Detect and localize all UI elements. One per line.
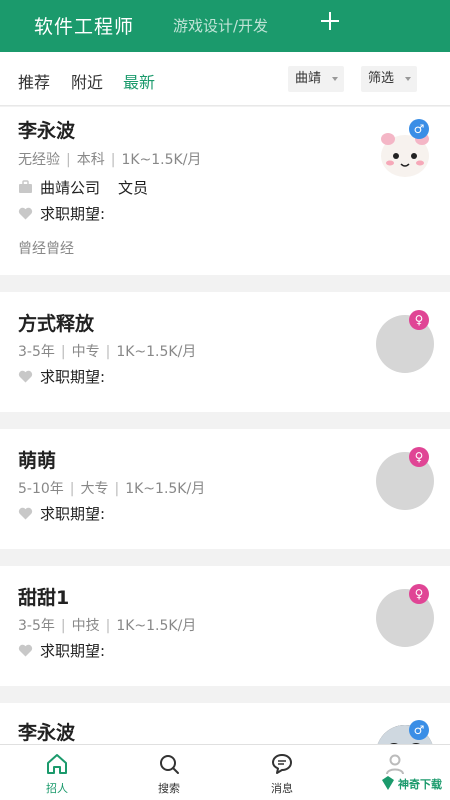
candidate-note: 曾经曾经	[18, 241, 74, 257]
heart-icon	[18, 206, 33, 224]
experience: 5-10年	[18, 481, 64, 497]
candidate-name: 萌萌	[18, 450, 57, 472]
heart-icon	[18, 369, 33, 387]
app-header: 软件工程师 游戏设计/开发	[0, 0, 450, 52]
female-icon: ♀	[409, 310, 429, 330]
filter-bar: 推荐 附近 最新 曲靖 筛选	[0, 52, 450, 106]
message-icon	[271, 753, 293, 775]
education: 中专	[71, 344, 100, 360]
chevron-down-icon	[405, 77, 411, 81]
city-dropdown-label: 曲靖	[295, 71, 322, 86]
city-dropdown[interactable]: 曲靖	[288, 66, 344, 92]
expectation-row: 求职期望:	[18, 366, 105, 387]
filter-dropdown[interactable]: 筛选	[361, 66, 417, 92]
candidate-meta: 无经验 | 本科 | 1K~1.5K/月	[18, 152, 202, 168]
search-icon	[158, 753, 180, 775]
female-icon: ♀	[409, 584, 429, 604]
candidate-card[interactable]: 甜甜1 3-5年 | 中技 | 1K~1.5K/月 求职期望: ♀	[0, 566, 450, 686]
tab-recommend[interactable]: 推荐	[18, 69, 50, 93]
tab-latest[interactable]: 最新	[123, 69, 155, 93]
expectation-label: 求职期望:	[40, 205, 106, 223]
experience: 无经验	[18, 152, 60, 168]
heart-icon	[18, 643, 33, 661]
candidate-list: 李永波 无经验 | 本科 | 1K~1.5K/月 曲靖公司 文员 求职期望: 曾经曾经 ♂	[0, 107, 450, 744]
heart-icon	[18, 506, 33, 524]
expectation-label: 求职期望:	[40, 505, 106, 523]
job-title[interactable]: 软件工程师	[34, 12, 134, 39]
salary: 1K~1.5K/月	[125, 481, 206, 497]
tab-label: 消息	[271, 782, 293, 795]
education: 本科	[76, 152, 105, 168]
candidate-card[interactable]: 方式释放 3-5年 | 中专 | 1K~1.5K/月 求职期望: ♀	[0, 292, 450, 412]
tab-search[interactable]: 搜索	[124, 745, 214, 800]
briefcase-icon	[18, 180, 33, 198]
male-icon: ♂	[409, 119, 429, 139]
home-icon	[46, 753, 68, 775]
job-category[interactable]: 游戏设计/开发	[173, 15, 268, 36]
candidate-card[interactable]: 萌萌 5-10年 | 大专 | 1K~1.5K/月 求职期望: ♀	[0, 429, 450, 549]
candidate-card[interactable]: 李永波 无经验 | 本科 | 1K~1.5K/月 曲靖公司 文员 求职期望: 曾经曾经 ♂	[0, 107, 450, 275]
watermark-text: 神奇下载	[398, 778, 442, 791]
tab-label: 招人	[46, 782, 68, 795]
male-icon: ♂	[409, 720, 429, 740]
experience: 3-5年	[18, 344, 55, 360]
experience: 3-5年	[18, 618, 55, 634]
watermark-icon	[382, 776, 394, 790]
filter-dropdown-label: 筛选	[368, 71, 395, 86]
expectation-row: 求职期望:	[18, 640, 105, 661]
candidate-card[interactable]: 李永波 ♂	[0, 703, 450, 744]
tab-nearby[interactable]: 附近	[71, 69, 103, 93]
candidate-name: 李永波	[18, 120, 76, 142]
candidate-name: 甜甜1	[18, 587, 70, 609]
candidate-name: 方式释放	[18, 313, 95, 335]
salary: 1K~1.5K/月	[116, 344, 197, 360]
tab-label: 搜索	[158, 782, 180, 795]
female-icon: ♀	[409, 447, 429, 467]
candidate-name: 李永波	[18, 722, 76, 744]
salary: 1K~1.5K/月	[116, 618, 197, 634]
expectation-row: 求职期望:	[18, 203, 105, 224]
expectation-label: 求职期望:	[40, 642, 106, 660]
expectation-label: 求职期望:	[40, 368, 106, 386]
candidate-meta: 5-10年 | 大专 | 1K~1.5K/月	[18, 481, 206, 497]
tab-recruit[interactable]: 招人	[12, 745, 102, 800]
candidate-meta: 3-5年 | 中技 | 1K~1.5K/月	[18, 618, 197, 634]
education: 中技	[71, 618, 100, 634]
candidate-meta: 3-5年 | 中专 | 1K~1.5K/月	[18, 344, 197, 360]
position: 文员	[118, 179, 149, 197]
tab-messages[interactable]: 消息	[237, 745, 327, 800]
salary: 1K~1.5K/月	[121, 152, 202, 168]
watermark-logo: 神奇下载	[380, 770, 448, 796]
chevron-down-icon	[332, 77, 338, 81]
education: 大专	[80, 481, 109, 497]
plus-icon[interactable]	[317, 6, 343, 36]
work-experience-row: 曲靖公司 文员	[18, 177, 148, 198]
company: 曲靖公司	[40, 179, 101, 197]
expectation-row: 求职期望:	[18, 503, 105, 524]
